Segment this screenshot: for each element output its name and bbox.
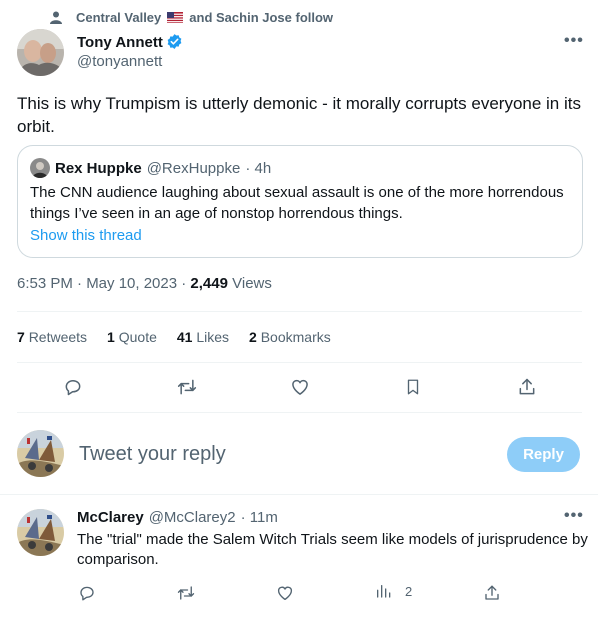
social-context-text: Central Valley xyxy=(76,9,162,25)
divider xyxy=(17,311,582,312)
divider xyxy=(17,362,582,363)
quoted-tweet-text: The CNN audience laughing about sexual a… xyxy=(30,184,564,222)
likes-label: Likes xyxy=(196,329,230,345)
retweets-count: 7 xyxy=(17,329,25,345)
quoted-author-avatar xyxy=(30,158,50,178)
comment-share-icon[interactable] xyxy=(480,581,504,605)
quotes-label: Quote xyxy=(118,329,157,345)
social-context-text-after: and Sachin Jose follow xyxy=(189,9,334,25)
author-name[interactable]: Tony Annett xyxy=(77,34,163,51)
comment-analytics[interactable]: 2 xyxy=(375,583,412,599)
tweet-timestamp[interactable]: 6:53 PM · May 10, 2023 · xyxy=(17,275,186,292)
show-thread-link[interactable]: Show this thread xyxy=(30,227,142,244)
comment-more-options-icon[interactable]: ••• xyxy=(564,507,584,525)
person-icon xyxy=(50,11,62,24)
bookmarks-label: Bookmarks xyxy=(260,329,331,345)
divider xyxy=(17,412,582,413)
views-count: 2,449 xyxy=(190,275,228,292)
quoted-tweet-time: · 4h xyxy=(245,159,272,177)
reply-icon[interactable] xyxy=(61,375,85,399)
comment-header: McClarey @McClarey2 · 11m xyxy=(77,509,278,526)
commenter-handle[interactable]: @McClarey2 xyxy=(149,509,236,526)
author-handle[interactable]: @tonyannett xyxy=(77,53,162,70)
comment-time[interactable]: · 11m xyxy=(241,509,278,526)
author-avatar[interactable] xyxy=(17,29,64,76)
tweet-meta: 6:53 PM · May 10, 2023 · 2,449 Views xyxy=(17,275,272,292)
verified-badge-icon xyxy=(166,33,183,50)
views-label: Views xyxy=(232,275,272,292)
commenter-avatar[interactable] xyxy=(17,509,64,556)
analytics-icon xyxy=(375,583,391,599)
bookmark-icon[interactable] xyxy=(401,375,425,399)
more-options-icon[interactable]: ••• xyxy=(564,32,584,50)
likes-stat[interactable]: 41 Likes xyxy=(177,329,229,345)
quoted-tweet-header: Rex Huppke @RexHuppke · 4h xyxy=(30,158,271,178)
reply-button[interactable]: Reply xyxy=(507,437,580,472)
comment-like-icon[interactable] xyxy=(273,581,297,605)
likes-count: 41 xyxy=(176,329,193,345)
reply-input[interactable]: Tweet your reply xyxy=(79,443,226,466)
bookmarks-count: 2 xyxy=(249,329,257,345)
quoted-tweet-card[interactable]: Rex Huppke @RexHuppke · 4h The CNN audie… xyxy=(17,145,583,258)
like-icon[interactable] xyxy=(288,375,312,399)
quotes-count: 1 xyxy=(107,329,115,345)
analytics-count: 2 xyxy=(405,583,413,599)
tweet-text: This is why Trumpism is utterly demonic … xyxy=(17,94,581,136)
commenter-name[interactable]: McClarey xyxy=(77,509,144,526)
comment-text: The "trial" made the Salem Witch Trials … xyxy=(77,531,588,568)
divider xyxy=(0,494,598,495)
retweets-stat[interactable]: 7 Retweets xyxy=(17,329,87,345)
retweet-icon[interactable] xyxy=(175,375,199,399)
retweets-label: Retweets xyxy=(28,329,88,345)
us-flag-icon xyxy=(167,11,184,23)
social-context[interactable]: Central Valley and Sachin Jose follow xyxy=(50,8,333,26)
engagement-stats: 7 Retweets 1 Quote 41 Likes 2 Bookmarks xyxy=(17,329,331,345)
comment-reply-icon[interactable] xyxy=(75,581,99,605)
share-icon[interactable] xyxy=(515,375,539,399)
comment-retweet-icon[interactable] xyxy=(174,581,198,605)
quoted-author-name: Rex Huppke xyxy=(55,159,142,177)
quoted-author-handle: @RexHuppke xyxy=(146,159,241,177)
quotes-stat[interactable]: 1 Quote xyxy=(107,329,157,345)
author-name-row[interactable]: Tony Annett xyxy=(77,33,183,51)
bookmarks-stat[interactable]: 2 Bookmarks xyxy=(249,329,331,345)
user-avatar[interactable] xyxy=(17,430,64,477)
